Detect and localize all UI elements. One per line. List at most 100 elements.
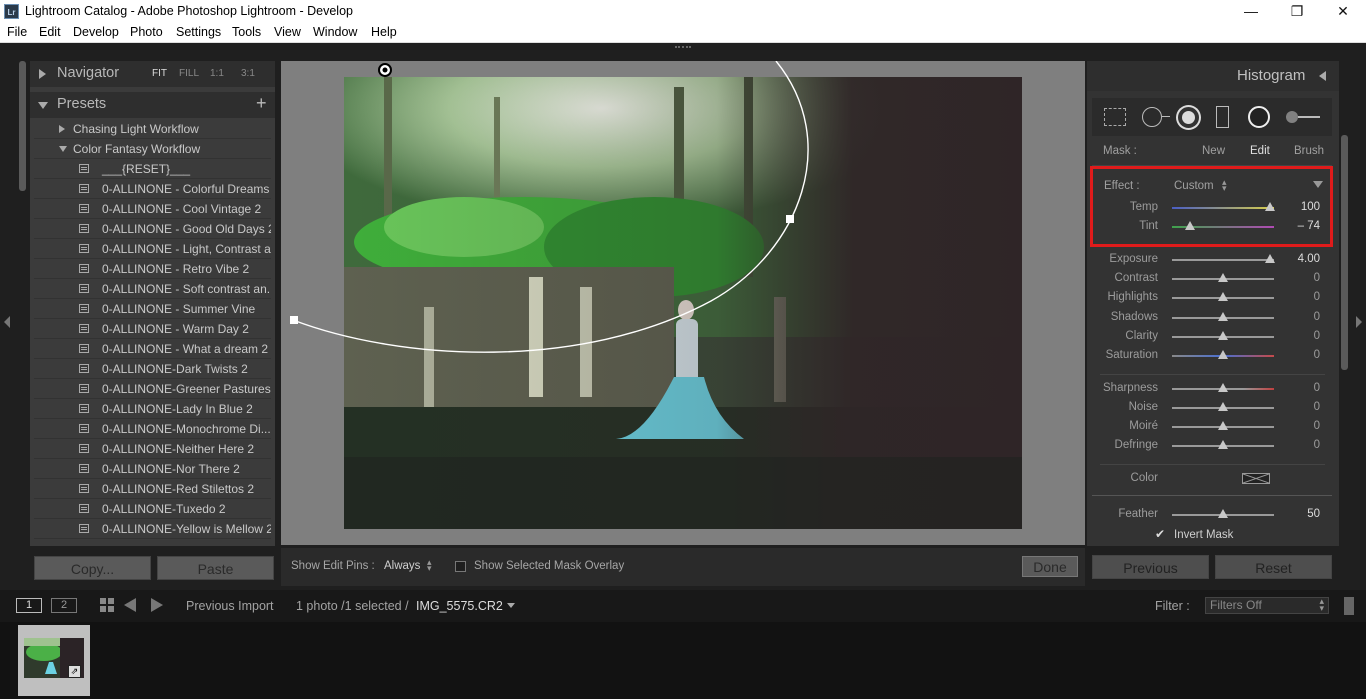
zoom-fit[interactable]: FIT xyxy=(152,68,167,79)
slider-knob-icon[interactable] xyxy=(1265,254,1275,263)
zoom-1-1[interactable]: 1:1 xyxy=(210,68,224,79)
histogram-header[interactable]: Histogram xyxy=(1087,61,1339,91)
done-button[interactable]: Done xyxy=(1022,556,1078,577)
filter-handle-left[interactable] xyxy=(290,316,298,324)
color-swatch[interactable] xyxy=(1242,473,1270,484)
slider-value[interactable]: 100 xyxy=(1301,201,1320,213)
close-button[interactable]: ✕ xyxy=(1320,0,1366,23)
slider-knob-icon[interactable] xyxy=(1218,312,1228,321)
slider-value[interactable]: – 74 xyxy=(1298,220,1320,232)
reset-button[interactable]: Reset xyxy=(1215,555,1332,579)
feather-slider[interactable]: Feather 50 xyxy=(1092,505,1332,525)
mask-edit-button[interactable]: Edit xyxy=(1250,145,1270,157)
copy-settings-button[interactable]: Copy... xyxy=(34,556,151,580)
slider-value[interactable]: 0 xyxy=(1314,349,1320,361)
preset-folder[interactable]: Chasing Light Workflow xyxy=(34,119,271,139)
contrast-slider[interactable]: Contrast 0 xyxy=(1092,269,1332,289)
preset-item[interactable]: 0-ALLINONE - Light, Contrast a... xyxy=(34,239,271,259)
moire-slider[interactable]: Moiré 0 xyxy=(1092,417,1332,437)
mask-overlay-checkbox[interactable] xyxy=(455,561,466,572)
previous-button[interactable]: Previous xyxy=(1092,555,1209,579)
slider-knob-icon[interactable] xyxy=(1265,202,1275,211)
preset-item[interactable]: 0-ALLINONE - Retro Vibe 2 xyxy=(34,259,271,279)
filmstrip-source[interactable]: Previous Import xyxy=(186,599,274,613)
graduated-filter-icon[interactable] xyxy=(1216,106,1229,128)
highlights-slider[interactable]: Highlights 0 xyxy=(1092,288,1332,308)
menu-develop[interactable]: Develop xyxy=(73,25,119,39)
preset-item[interactable]: 0-ALLINONE-Lady In Blue 2 xyxy=(34,399,271,419)
show-edit-pins-select[interactable]: Always xyxy=(384,560,420,572)
crop-overlay-icon[interactable] xyxy=(1104,108,1126,126)
slider-value[interactable]: 0 xyxy=(1314,330,1320,342)
dropdown-arrow-icon[interactable] xyxy=(507,603,515,608)
slider-value[interactable]: 0 xyxy=(1314,311,1320,323)
maximize-button[interactable]: ❐ xyxy=(1274,0,1320,23)
zoom-3-1[interactable]: 3:1 xyxy=(241,68,255,79)
menu-view[interactable]: View xyxy=(274,25,301,39)
slider-knob-icon[interactable] xyxy=(1218,509,1228,518)
mask-brush-button[interactable]: Brush xyxy=(1294,145,1324,157)
preset-item[interactable]: 0-ALLINONE-Dark Twists 2 xyxy=(34,359,271,379)
preset-item[interactable]: 0-ALLINONE-Red Stilettos 2 xyxy=(34,479,271,499)
preset-item[interactable]: ___{RESET}___ xyxy=(34,159,271,179)
effect-select[interactable]: Custom xyxy=(1174,180,1214,192)
slider-value[interactable]: 0 xyxy=(1314,439,1320,451)
slider-knob-icon[interactable] xyxy=(1185,221,1195,230)
sharpness-slider[interactable]: Sharpness 0 xyxy=(1092,379,1332,399)
presets-header[interactable]: Presets + xyxy=(30,92,275,118)
slider-value[interactable]: 0 xyxy=(1314,382,1320,394)
filmstrip-scroll-handle[interactable] xyxy=(1344,597,1354,615)
navigator-header[interactable]: Navigator FIT FILL 1:1 3:1 xyxy=(30,61,275,87)
slider-knob-icon[interactable] xyxy=(1218,402,1228,411)
preset-item[interactable]: 0-ALLINONE - Warm Day 2 xyxy=(34,319,271,339)
noise-slider[interactable]: Noise 0 xyxy=(1092,398,1332,418)
radial-filter-icon[interactable] xyxy=(1248,106,1270,128)
preset-item[interactable]: 0-ALLINONE - Soft contrast an... xyxy=(34,279,271,299)
preset-item[interactable]: 0-ALLINONE-Monochrome Di... xyxy=(34,419,271,439)
filter-select[interactable]: Filters Off ▴ ▾ xyxy=(1205,597,1329,614)
slider-value[interactable]: 4.00 xyxy=(1298,253,1320,265)
menu-tools[interactable]: Tools xyxy=(232,25,261,39)
preset-item[interactable]: 0-ALLINONE - Cool Vintage 2 xyxy=(34,199,271,219)
clarity-slider[interactable]: Clarity 0 xyxy=(1092,327,1332,347)
shadows-slider[interactable]: Shadows 0 xyxy=(1092,308,1332,328)
filmstrip-thumbnail[interactable]: ⇗ xyxy=(18,625,90,696)
slider-knob-icon[interactable] xyxy=(1218,440,1228,449)
slider-knob-icon[interactable] xyxy=(1218,292,1228,301)
minimize-button[interactable]: — xyxy=(1228,0,1274,23)
primary-window-button[interactable]: 1 xyxy=(16,598,42,613)
slider-knob-icon[interactable] xyxy=(1218,421,1228,430)
filter-handle-right[interactable] xyxy=(786,215,794,223)
slider-value[interactable]: 0 xyxy=(1314,401,1320,413)
slider-knob-icon[interactable] xyxy=(1218,383,1228,392)
right-panel-toggle-icon[interactable] xyxy=(1356,316,1362,328)
red-eye-icon[interactable] xyxy=(1178,107,1199,128)
adjustment-brush-icon[interactable] xyxy=(1286,111,1298,123)
preset-item[interactable]: 0-ALLINONE - What a dream 2 xyxy=(34,339,271,359)
exposure-slider[interactable]: Exposure 4.00 xyxy=(1092,250,1332,270)
slider-value[interactable]: 0 xyxy=(1314,291,1320,303)
temp-slider[interactable]: Temp 100 xyxy=(1092,198,1332,218)
back-arrow-icon[interactable] xyxy=(124,598,136,612)
preset-item[interactable]: 0-ALLINONE-Yellow is Mellow 2 xyxy=(34,519,271,539)
secondary-window-button[interactable]: 2 xyxy=(51,598,77,613)
slider-value[interactable]: 0 xyxy=(1314,272,1320,284)
preset-item[interactable]: 0-ALLINONE - Colorful Dreams 2 xyxy=(34,179,271,199)
mask-new-button[interactable]: New xyxy=(1202,145,1225,157)
filename[interactable]: IMG_5575.CR2 xyxy=(416,599,503,613)
grid-view-icon[interactable] xyxy=(100,598,115,613)
saturation-slider[interactable]: Saturation 0 xyxy=(1092,346,1332,366)
radial-filter-overlay[interactable] xyxy=(281,61,1085,545)
preset-folder[interactable]: Color Fantasy Workflow xyxy=(34,139,271,159)
preset-item[interactable]: 0-ALLINONE-Neither Here 2 xyxy=(34,439,271,459)
menu-edit[interactable]: Edit xyxy=(39,25,61,39)
slider-knob-icon[interactable] xyxy=(1218,350,1228,359)
preset-item[interactable]: 0-ALLINONE-Tuxedo 2 xyxy=(34,499,271,519)
tint-slider[interactable]: Tint – 74 xyxy=(1092,217,1332,237)
preset-item[interactable]: 0-ALLINONE - Good Old Days 2 xyxy=(34,219,271,239)
invert-mask-row[interactable]: ✔ Invert Mask xyxy=(1155,527,1305,543)
slider-knob-icon[interactable] xyxy=(1218,273,1228,282)
menu-settings[interactable]: Settings xyxy=(176,25,221,39)
menu-file[interactable]: File xyxy=(7,25,27,39)
right-panel-scrollbar[interactable] xyxy=(1341,135,1348,370)
